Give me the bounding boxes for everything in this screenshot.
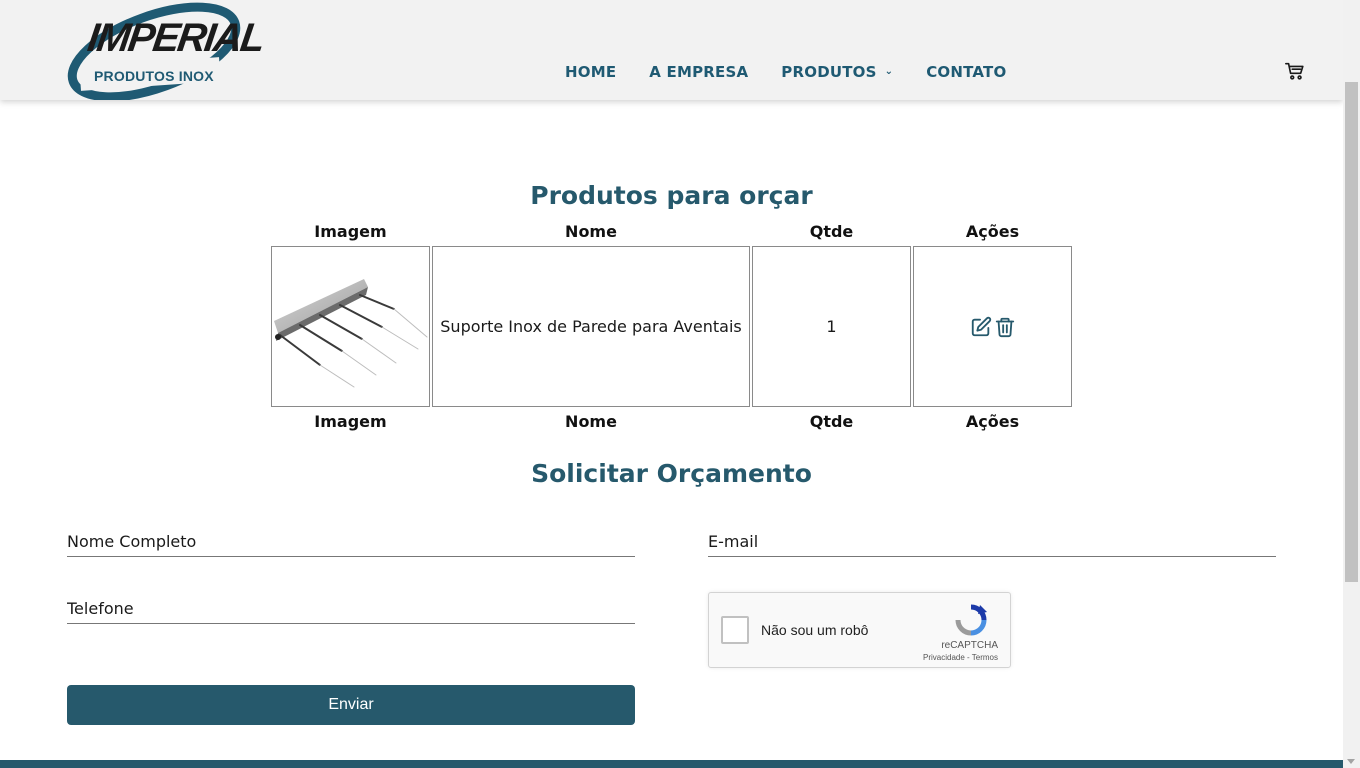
phone-input[interactable] [67, 598, 635, 623]
full-name-field [67, 531, 635, 557]
nav-produtos-label: PRODUTOS [781, 63, 877, 81]
recaptcha-label: Não sou um robô [761, 622, 869, 638]
nav-contato-label: CONTATO [926, 63, 1007, 81]
scroll-down-arrow-icon[interactable] [1347, 759, 1355, 764]
quote-form-title: Solicitar Orçamento [531, 459, 812, 488]
table-row-qty-cell: 1 [752, 246, 911, 407]
recaptcha-links[interactable]: Privacidade - Termos [923, 653, 998, 662]
col-head-qty: Qtde [809, 222, 854, 241]
trash-icon[interactable] [994, 316, 1016, 338]
nav-home-label: HOME [565, 63, 617, 81]
table-row-name-cell: Suporte Inox de Parede para Aventais [432, 246, 750, 407]
recaptcha-logo-icon [955, 604, 987, 636]
col-head-image: Imagem [314, 222, 387, 241]
nav-produtos[interactable]: PRODUTOS ⌄ [781, 63, 893, 81]
col-foot-name: Nome [565, 412, 617, 431]
logo-subtitle: PRODUTOS INOX [94, 68, 214, 84]
nav-empresa-label: A EMPRESA [649, 63, 749, 81]
cart-icon[interactable] [1284, 60, 1306, 82]
submit-button[interactable]: Enviar [67, 685, 635, 725]
recaptcha-brand: reCAPTCHA [941, 640, 998, 651]
main-nav: HOME A EMPRESA PRODUTOS ⌄ CONTATO [565, 63, 1006, 81]
nav-empresa[interactable]: A EMPRESA [649, 63, 748, 81]
edit-icon[interactable] [970, 316, 992, 338]
email-input[interactable] [708, 531, 1276, 556]
site-header: IMPERIAL PRODUTOS INOX HOME A EMPRESA PR… [0, 0, 1343, 100]
col-foot-image: Imagem [314, 412, 387, 431]
email-field [708, 531, 1276, 557]
recaptcha-widget: Não sou um robô reCAPTCHA Privacidade - … [708, 592, 1011, 668]
table-row-image-cell [271, 246, 430, 407]
logo-wordmark: IMPERIAL [84, 16, 267, 60]
page-scrollbar[interactable] [1343, 0, 1360, 768]
full-name-input[interactable] [67, 531, 635, 556]
col-head-name: Nome [565, 222, 617, 241]
scrollbar-thumb[interactable] [1345, 82, 1358, 582]
products-title: Produtos para orçar [530, 181, 813, 210]
chevron-down-icon: ⌄ [884, 65, 894, 77]
nav-contato[interactable]: CONTATO [926, 63, 1006, 81]
phone-field [67, 598, 635, 624]
nav-home[interactable]: HOME [565, 63, 616, 81]
recaptcha-checkbox[interactable] [721, 616, 749, 644]
col-head-actions: Ações [965, 222, 1020, 241]
imperial-logo[interactable]: IMPERIAL PRODUTOS INOX [66, 2, 266, 100]
product-qty: 1 [826, 317, 837, 336]
table-row-actions-cell [913, 246, 1072, 407]
footer-bar [0, 760, 1343, 768]
col-foot-actions: Ações [965, 412, 1020, 431]
product-name: Suporte Inox de Parede para Aventais [440, 317, 742, 336]
col-foot-qty: Qtde [809, 412, 854, 431]
product-rack-image [274, 278, 428, 387]
